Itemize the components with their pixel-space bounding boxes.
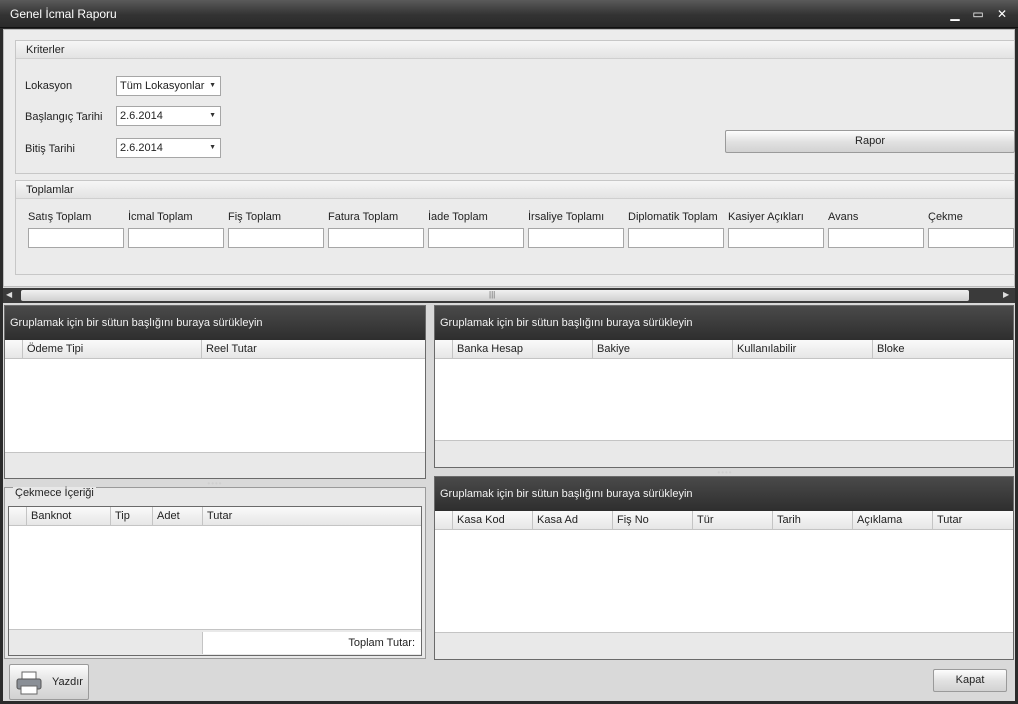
column-header[interactable]: Reel Tutar [201, 340, 425, 359]
column-header[interactable]: Banka Hesap [452, 340, 592, 359]
total-field[interactable] [528, 228, 624, 248]
payment-grid[interactable]: Gruplamak için bir sütun başlığını buray… [4, 305, 426, 479]
close-button[interactable]: Kapat [933, 669, 1007, 692]
total-field[interactable] [328, 228, 424, 248]
title-bar[interactable]: Genel İcmal Raporu ▁ ▭ ✕ [0, 0, 1018, 28]
report-button[interactable]: Rapor [725, 130, 1015, 153]
total-label: İcmal Toplam [128, 211, 193, 223]
column-header[interactable]: Tutar [202, 507, 421, 526]
column-header[interactable]: Açıklama [852, 511, 932, 530]
total-label: Satış Toplam [28, 211, 92, 223]
row-indicator [5, 340, 21, 359]
grid-footer: Toplam Tutar: [9, 629, 421, 655]
dropdown-arrow-icon[interactable]: ▼ [209, 139, 216, 157]
total-field[interactable] [728, 228, 824, 248]
drawer-group: Çekmece İçeriği Banknot Tip Adet Tutar T… [4, 487, 426, 659]
column-header[interactable]: Tür [692, 511, 772, 530]
total-field[interactable] [428, 228, 524, 248]
scroll-thumb[interactable]: ||| [21, 290, 969, 301]
print-button[interactable]: Yazdır [9, 664, 89, 700]
printer-icon [16, 671, 42, 695]
dropdown-arrow-icon[interactable]: ▼ [209, 107, 216, 125]
total-label: İade Toplam [428, 211, 488, 223]
column-header[interactable]: Kasa Ad [532, 511, 612, 530]
total-label: İrsaliye Toplamı [528, 211, 605, 223]
row-indicator [9, 507, 25, 526]
vertical-splitter[interactable]: •••• [200, 479, 230, 488]
column-header[interactable]: Ödeme Tipi [22, 340, 201, 359]
grid-footer [5, 452, 425, 478]
total-amount-label: Toplam Tutar: [202, 632, 421, 654]
column-header[interactable]: Tutar [932, 511, 1013, 530]
maximize-button[interactable]: ▭ [969, 5, 987, 23]
row-indicator [435, 511, 451, 530]
group-panel[interactable]: Gruplamak için bir sütun başlığını buray… [5, 306, 425, 340]
drawer-title: Çekmece İçeriği [13, 487, 96, 499]
grid-header: Kasa Kod Kasa Ad Fiş No Tür Tarih Açıkla… [435, 511, 1013, 530]
column-header[interactable]: Tip [110, 507, 152, 526]
location-value: Tüm Lokasyonlar [120, 80, 205, 92]
scroll-left-icon[interactable]: ◀ [6, 290, 12, 299]
horizontal-splitter[interactable]: •••• [710, 468, 740, 477]
end-date-label: Bitiş Tarihi [25, 143, 75, 155]
total-label: Diplomatik Toplam [628, 211, 718, 223]
end-date-combo[interactable]: 2.6.2014 ▼ [116, 138, 221, 158]
close-window-button[interactable]: ✕ [993, 5, 1011, 23]
grid-footer [435, 440, 1013, 467]
location-label: Lokasyon [25, 80, 73, 92]
column-header[interactable]: Kasa Kod [452, 511, 532, 530]
total-label: Fatura Toplam [328, 211, 399, 223]
grid-footer [435, 632, 1013, 659]
total-label: Avans [828, 211, 859, 223]
start-date-combo[interactable]: 2.6.2014 ▼ [116, 106, 221, 126]
grip-icon: ||| [489, 290, 496, 299]
grid-header: Banknot Tip Adet Tutar [9, 507, 421, 526]
column-header[interactable]: Kullanılabilir [732, 340, 872, 359]
total-field[interactable] [828, 228, 924, 248]
grid-header: Ödeme Tipi Reel Tutar [5, 340, 425, 359]
start-date-value: 2.6.2014 [120, 110, 163, 122]
totals-title: Toplamlar [16, 181, 1014, 199]
end-date-value: 2.6.2014 [120, 142, 163, 154]
total-label: Fiş Toplam [228, 211, 281, 223]
drawer-grid[interactable]: Banknot Tip Adet Tutar Toplam Tutar: [8, 506, 422, 656]
bank-grid[interactable]: Gruplamak için bir sütun başlığını buray… [434, 305, 1014, 468]
start-date-label: Başlangıç Tarihi [25, 111, 103, 123]
window-title: Genel İcmal Raporu [10, 7, 117, 21]
print-label: Yazdır [52, 676, 83, 688]
scroll-right-icon[interactable]: ▶ [1003, 290, 1009, 299]
total-label: Kasiyer Açıkları [728, 211, 804, 223]
group-panel[interactable]: Gruplamak için bir sütun başlığını buray… [435, 477, 1013, 511]
group-panel[interactable]: Gruplamak için bir sütun başlığını buray… [435, 306, 1013, 340]
column-header[interactable]: Bloke [872, 340, 1013, 359]
dropdown-arrow-icon[interactable]: ▼ [209, 77, 216, 95]
column-header[interactable]: Adet [152, 507, 202, 526]
row-indicator [435, 340, 451, 359]
total-field[interactable] [628, 228, 724, 248]
total-label: Çekme [928, 211, 963, 223]
minimize-button[interactable]: ▁ [946, 5, 964, 23]
grid-header: Banka Hesap Bakiye Kullanılabilir Bloke [435, 340, 1013, 359]
horizontal-scrollbar[interactable]: ◀ ||| ▶ [3, 288, 1015, 303]
criteria-title: Kriterler [16, 41, 1014, 59]
column-header[interactable]: Tarih [772, 511, 852, 530]
total-field[interactable] [928, 228, 1014, 248]
location-combo[interactable]: Tüm Lokasyonlar ▼ [116, 76, 221, 96]
criteria-region: Kriterler Lokasyon Tüm Lokasyonlar ▼ Baş… [3, 29, 1015, 287]
total-field[interactable] [28, 228, 124, 248]
column-header[interactable]: Fiş No [612, 511, 692, 530]
column-header[interactable]: Banknot [26, 507, 110, 526]
cash-grid[interactable]: Gruplamak için bir sütun başlığını buray… [434, 476, 1014, 660]
total-field[interactable] [228, 228, 324, 248]
total-field[interactable] [128, 228, 224, 248]
column-header[interactable]: Bakiye [592, 340, 732, 359]
